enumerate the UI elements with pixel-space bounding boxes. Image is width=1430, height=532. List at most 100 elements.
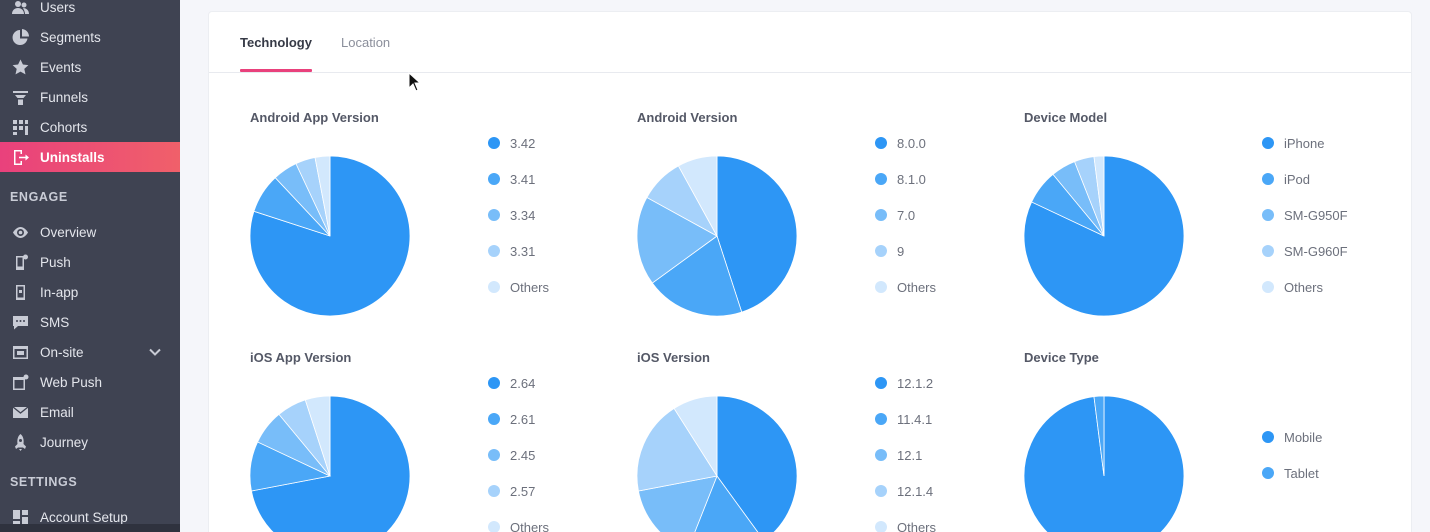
sidebar-item-events[interactable]: Events — [0, 52, 180, 82]
mobile-push-icon — [12, 254, 29, 271]
legend-swatch — [488, 245, 500, 257]
legend-label: 2.57 — [510, 483, 536, 499]
legend-item[interactable]: Others — [875, 519, 936, 532]
tab-technology[interactable]: Technology — [240, 35, 312, 72]
sidebar-item-label: On-site — [40, 344, 84, 360]
legend-swatch — [488, 413, 500, 425]
chevron-down-icon[interactable] — [148, 345, 162, 359]
legend-item[interactable]: 2.64 — [488, 375, 535, 391]
legend-label: iPhone — [1284, 135, 1325, 151]
pie-chart — [249, 395, 411, 532]
legend-label: 2.45 — [510, 447, 536, 463]
legend-item[interactable]: 2.57 — [488, 483, 535, 499]
legend-swatch — [875, 449, 887, 461]
pie-chart — [1023, 155, 1185, 317]
legend-swatch — [875, 485, 887, 497]
legend-label: Others — [897, 279, 937, 295]
legend-swatch — [488, 209, 500, 221]
legend-item[interactable]: 12.1.4 — [875, 483, 933, 499]
legend-swatch — [875, 245, 887, 257]
legend-swatch — [488, 377, 500, 389]
legend-swatch — [875, 281, 887, 293]
sidebar-item-label: In-app — [40, 284, 79, 300]
legend-item[interactable]: 9 — [875, 243, 904, 259]
legend-item[interactable]: 3.41 — [488, 171, 535, 187]
sidebar-item-journey[interactable]: Journey — [0, 427, 180, 457]
chart-title: Device Model — [1024, 110, 1108, 125]
legend-swatch — [875, 209, 887, 221]
legend-swatch — [488, 485, 500, 497]
active-tab-indicator — [240, 69, 312, 72]
sidebar-item-uninstalls[interactable]: Uninstalls — [0, 142, 180, 172]
legend-swatch — [488, 173, 500, 185]
sidebar-item-label: Cohorts — [40, 119, 88, 135]
legend-swatch — [1262, 431, 1274, 443]
sidebar-item-web-push[interactable]: Web Push — [0, 367, 180, 397]
legend-item[interactable]: SM-G960F — [1262, 243, 1348, 259]
legend-item[interactable]: SM-G950F — [1262, 207, 1348, 223]
users-icon — [12, 0, 29, 16]
chart-title: iOS Version — [637, 350, 710, 365]
sidebar-item-overview[interactable]: Overview — [0, 217, 180, 247]
legend-item[interactable]: Mobile — [1262, 429, 1322, 445]
envelope-icon — [12, 404, 29, 421]
pie-segments-icon — [12, 28, 29, 46]
legend-item[interactable]: Others — [488, 519, 549, 532]
legend-item[interactable]: 2.45 — [488, 447, 535, 463]
chart-title: Android App Version — [250, 110, 379, 125]
legend-item[interactable]: Others — [488, 279, 549, 295]
pie-chart — [1023, 395, 1185, 532]
sidebar-scroll-edge — [0, 524, 180, 532]
sidebar-item-label: Overview — [40, 224, 97, 240]
legend-item[interactable]: 8.0.0 — [875, 135, 926, 151]
legend-swatch — [875, 521, 887, 532]
sidebar: Users Segments Events Funnels Cohorts Uninsta… — [0, 0, 180, 532]
sidebar-item-cohorts[interactable]: Cohorts — [0, 112, 180, 142]
sidebar-item-segments[interactable]: Segments — [0, 22, 180, 52]
legend-item[interactable]: 12.1 — [875, 447, 922, 463]
legend-swatch — [875, 377, 887, 389]
legend-label: Others — [897, 519, 937, 532]
sidebar-item-in-app[interactable]: In-app — [0, 277, 180, 307]
sidebar-item-label: Web Push — [40, 374, 103, 390]
legend-item[interactable]: Others — [875, 279, 936, 295]
legend-item[interactable]: Others — [1262, 279, 1323, 295]
legend-swatch — [1262, 173, 1274, 185]
legend-item[interactable]: 11.4.1 — [875, 411, 932, 427]
sidebar-item-on-site[interactable]: On-site — [0, 337, 180, 367]
sidebar-item-funnels[interactable]: Funnels — [0, 82, 180, 112]
funnel-icon — [12, 89, 29, 106]
legend-item[interactable]: 8.1.0 — [875, 171, 926, 187]
browser-webpush-icon — [12, 374, 29, 391]
legend-label: 12.1.2 — [897, 375, 934, 391]
legend-item[interactable]: Tablet — [1262, 465, 1319, 481]
tab-location[interactable]: Location — [341, 35, 390, 72]
legend-label: SM-G960F — [1284, 243, 1348, 259]
chart-title: Android Version — [637, 110, 738, 125]
sidebar-item-label: Funnels — [40, 89, 89, 105]
sidebar-item-email[interactable]: Email — [0, 397, 180, 427]
window-onsite-icon — [12, 344, 29, 361]
sidebar-item-users[interactable]: Users — [0, 0, 180, 22]
legend-swatch — [1262, 209, 1274, 221]
legend-swatch — [875, 173, 887, 185]
legend-item[interactable]: 3.42 — [488, 135, 535, 151]
legend-label: 3.31 — [510, 243, 536, 259]
mobile-inapp-icon — [12, 284, 29, 301]
legend-label: iPod — [1284, 171, 1311, 187]
legend-item[interactable]: 3.34 — [488, 207, 535, 223]
legend-label: SM-G950F — [1284, 207, 1348, 223]
sidebar-item-label: Account Setup — [40, 509, 128, 525]
legend-item[interactable]: 7.0 — [875, 207, 915, 223]
legend-item[interactable]: iPhone — [1262, 135, 1324, 151]
legend-item[interactable]: 12.1.2 — [875, 375, 933, 391]
chart-title: iOS App Version — [250, 350, 352, 365]
legend-label: Tablet — [1284, 465, 1319, 481]
sidebar-item-push[interactable]: Push — [0, 247, 180, 277]
legend-item[interactable]: iPod — [1262, 171, 1310, 187]
legend-item[interactable]: 3.31 — [488, 243, 535, 259]
sidebar-item-sms[interactable]: SMS — [0, 307, 180, 337]
engage-section-title: ENGAGE — [10, 190, 68, 204]
legend-label: 3.34 — [510, 207, 536, 223]
legend-item[interactable]: 2.61 — [488, 411, 535, 427]
